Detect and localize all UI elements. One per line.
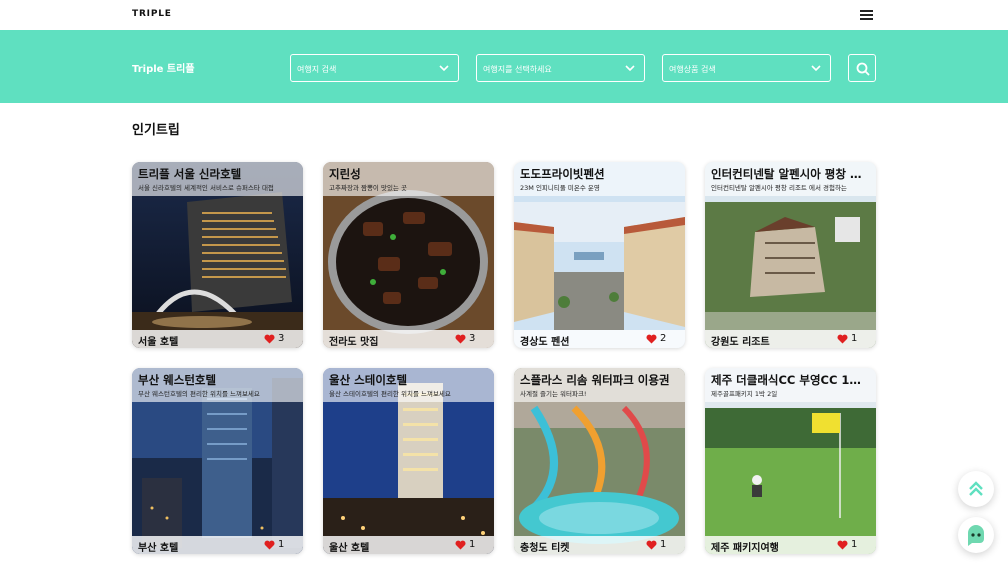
heart-icon[interactable] xyxy=(646,540,657,550)
like-count: 1 xyxy=(851,539,858,550)
card-footer: 강원도 리조트 1 xyxy=(705,330,876,348)
card-footer: 전라도 맛집 3 xyxy=(323,330,494,348)
logo[interactable]: TRIPLE xyxy=(132,9,172,19)
card-subtitle: 제주골프패키지 1박 2일 xyxy=(711,390,778,398)
product-search-text: 여행상품 검색 xyxy=(669,65,716,74)
card-footer: 서울 호텔 3 xyxy=(132,330,303,348)
double-chevron-up-icon xyxy=(969,481,983,496)
card-header: 도도프라이빗펜션 23M 인피니티풀 미온수 운영 xyxy=(514,162,685,196)
hamburger-icon[interactable] xyxy=(860,10,873,20)
like-count: 1 xyxy=(469,539,476,550)
heart-icon[interactable] xyxy=(455,540,466,550)
card-title: 트리플 서울 신라호텔 xyxy=(138,167,242,181)
trip-card[interactable]: 도도프라이빗펜션 23M 인피니티풀 미온수 운영 경상도 펜션 2 xyxy=(514,162,685,348)
like-count: 1 xyxy=(851,333,858,344)
card-title: 지린성 xyxy=(329,167,361,181)
like-count: 1 xyxy=(278,539,285,550)
trip-card[interactable]: 인터컨티넨탈 알펜시아 평창 리조트 인터컨티넨탈 알펜시아 평창 리조트 에서… xyxy=(705,162,876,348)
section-title: 인기트립 xyxy=(132,123,180,138)
card-subtitle: 인터컨티넨탈 알펜시아 평창 리조트 에서 경험하는 xyxy=(711,184,847,192)
card-subtitle: 사계절 즐기는 워터파크! xyxy=(520,390,587,398)
search-bar: Triple 트리플 여행지 검색 여행지를 선택하세요 여행상품 검색 xyxy=(0,30,1008,103)
search-button[interactable] xyxy=(848,54,876,82)
card-footer: 부산 호텔 1 xyxy=(132,536,303,554)
trip-card[interactable]: 부산 웨스턴호텔 부산 웨스턴호텔의 편리한 위치를 느껴보세요 부산 호텔 1 xyxy=(132,368,303,554)
card-header: 인터컨티넨탈 알펜시아 평창 리조트 인터컨티넨탈 알펜시아 평창 리조트 에서… xyxy=(705,162,876,196)
like-count: 2 xyxy=(660,333,667,344)
card-footer: 경상도 펜션 2 xyxy=(514,330,685,348)
card-title: 인터컨티넨탈 알펜시아 평창 리조트 xyxy=(711,167,869,181)
card-header: 울산 스테이호텔 울산 스테이호텔의 편리한 위치를 느껴보세요 xyxy=(323,368,494,402)
search-icon xyxy=(856,62,870,76)
card-footer: 울산 호텔 1 xyxy=(323,536,494,554)
card-title: 부산 웨스턴호텔 xyxy=(138,373,217,387)
chatbot-button[interactable] xyxy=(958,517,994,553)
heart-icon[interactable] xyxy=(264,334,275,344)
card-header: 트리플 서울 신라호텔 서울 신라호텔의 세계적인 서비스로 슈퍼스타 대접 xyxy=(132,162,303,196)
brand-name: Triple 트리플 xyxy=(132,64,195,75)
destination-select[interactable]: 여행지를 선택하세요 xyxy=(476,54,645,82)
destination-search-text: 여행지 검색 xyxy=(297,65,337,74)
card-region: 부산 호텔 xyxy=(138,543,179,554)
card-title: 울산 스테이호텔 xyxy=(329,373,408,387)
trip-card[interactable]: 울산 스테이호텔 울산 스테이호텔의 편리한 위치를 느껴보세요 울산 호텔 1 xyxy=(323,368,494,554)
card-region: 강원도 리조트 xyxy=(711,337,770,348)
card-footer: 제주 패키지여행 1 xyxy=(705,536,876,554)
product-search-select[interactable]: 여행상품 검색 xyxy=(662,54,831,82)
card-title: 제주 더클래식CC 부영CC 1박 2일 xyxy=(711,373,869,387)
destination-search-select[interactable]: 여행지 검색 xyxy=(290,54,459,82)
card-title: 스플라스 리솜 워터파크 이용권 xyxy=(520,373,670,387)
like-count: 1 xyxy=(660,539,667,550)
heart-icon[interactable] xyxy=(837,334,848,344)
top-bar: TRIPLE xyxy=(0,0,1008,30)
scroll-top-button[interactable] xyxy=(958,471,994,507)
chevron-down-icon xyxy=(439,65,449,72)
card-region: 충청도 티켓 xyxy=(520,543,570,554)
card-title: 도도프라이빗펜션 xyxy=(520,167,605,181)
chevron-down-icon xyxy=(625,65,635,72)
card-region: 울산 호텔 xyxy=(329,543,370,554)
heart-icon[interactable] xyxy=(837,540,848,550)
card-header: 스플라스 리솜 워터파크 이용권 사계절 즐기는 워터파크! xyxy=(514,368,685,402)
like-count: 3 xyxy=(278,333,285,344)
card-region: 제주 패키지여행 xyxy=(711,543,779,554)
card-region: 경상도 펜션 xyxy=(520,337,570,348)
chevron-down-icon xyxy=(811,65,821,72)
card-footer: 충청도 티켓 1 xyxy=(514,536,685,554)
heart-icon[interactable] xyxy=(646,334,657,344)
card-header: 부산 웨스턴호텔 부산 웨스턴호텔의 편리한 위치를 느껴보세요 xyxy=(132,368,303,402)
card-header: 지린성 고추짜장과 짬뽕이 맛있는 곳 xyxy=(323,162,494,196)
like-count: 3 xyxy=(469,333,476,344)
card-header: 제주 더클래식CC 부영CC 1박 2일 제주골프패키지 1박 2일 xyxy=(705,368,876,402)
trip-card[interactable]: 지린성 고추짜장과 짬뽕이 맛있는 곳 전라도 맛집 3 xyxy=(323,162,494,348)
card-subtitle: 고추짜장과 짬뽕이 맛있는 곳 xyxy=(329,184,407,192)
card-subtitle: 23M 인피니티풀 미온수 운영 xyxy=(520,184,600,192)
card-subtitle: 부산 웨스턴호텔의 편리한 위치를 느껴보세요 xyxy=(138,390,260,398)
trip-card[interactable]: 트리플 서울 신라호텔 서울 신라호텔의 세계적인 서비스로 슈퍼스타 대접 서… xyxy=(132,162,303,348)
trip-card[interactable]: 제주 더클래식CC 부영CC 1박 2일 제주골프패키지 1박 2일 제주 패키… xyxy=(705,368,876,554)
trip-card[interactable]: 스플라스 리솜 워터파크 이용권 사계절 즐기는 워터파크! 충청도 티켓 1 xyxy=(514,368,685,554)
destination-select-text: 여행지를 선택하세요 xyxy=(483,65,552,74)
card-subtitle: 서울 신라호텔의 세계적인 서비스로 슈퍼스타 대접 xyxy=(138,184,274,192)
chatbot-icon xyxy=(968,525,984,546)
card-region: 전라도 맛집 xyxy=(329,337,379,348)
card-subtitle: 울산 스테이호텔의 편리한 위치를 느껴보세요 xyxy=(329,390,451,398)
card-region: 서울 호텔 xyxy=(138,337,179,348)
heart-icon[interactable] xyxy=(455,334,466,344)
heart-icon[interactable] xyxy=(264,540,275,550)
